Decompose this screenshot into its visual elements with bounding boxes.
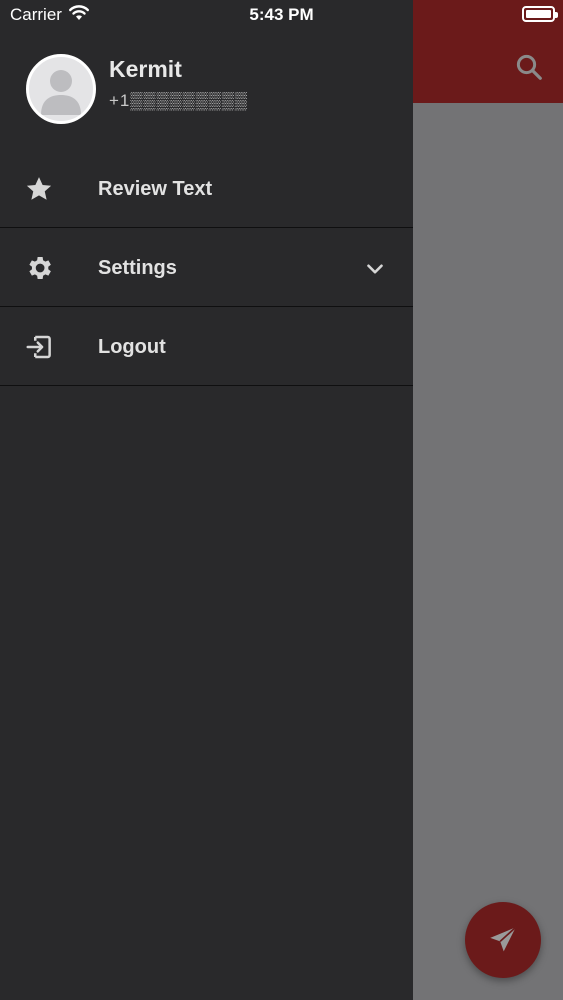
navigation-drawer: Kermit +1▒▒▒▒▒▒▒▒▒ Review Text Settings bbox=[0, 0, 413, 1000]
user-icon bbox=[41, 70, 81, 115]
menu-item-settings[interactable]: Settings bbox=[0, 229, 413, 307]
menu-item-label: Review Text bbox=[98, 178, 213, 200]
menu-item-logout[interactable]: Logout bbox=[0, 308, 413, 386]
status-bar: Carrier 5:43 PM bbox=[0, 0, 563, 30]
chevron-down-icon[interactable] bbox=[362, 256, 388, 282]
send-fab-button[interactable] bbox=[465, 902, 541, 978]
screen: Carrier 5:43 PM Kermit +1▒▒▒▒▒▒▒▒▒ Revie… bbox=[0, 0, 563, 1000]
avatar[interactable] bbox=[26, 54, 96, 124]
menu-item-review-text[interactable]: Review Text bbox=[0, 150, 413, 228]
menu-item-label: Logout bbox=[98, 336, 166, 358]
battery-icon bbox=[522, 6, 558, 22]
logout-icon bbox=[26, 335, 51, 359]
gear-icon bbox=[29, 257, 51, 279]
search-icon[interactable] bbox=[514, 52, 544, 82]
send-icon bbox=[490, 926, 517, 952]
menu-item-label: Settings bbox=[98, 257, 177, 279]
status-time: 5:43 PM bbox=[249, 5, 314, 24]
user-phone: +1▒▒▒▒▒▒▒▒▒ bbox=[109, 91, 248, 110]
star-icon bbox=[26, 177, 52, 200]
user-name: Kermit bbox=[109, 56, 182, 82]
